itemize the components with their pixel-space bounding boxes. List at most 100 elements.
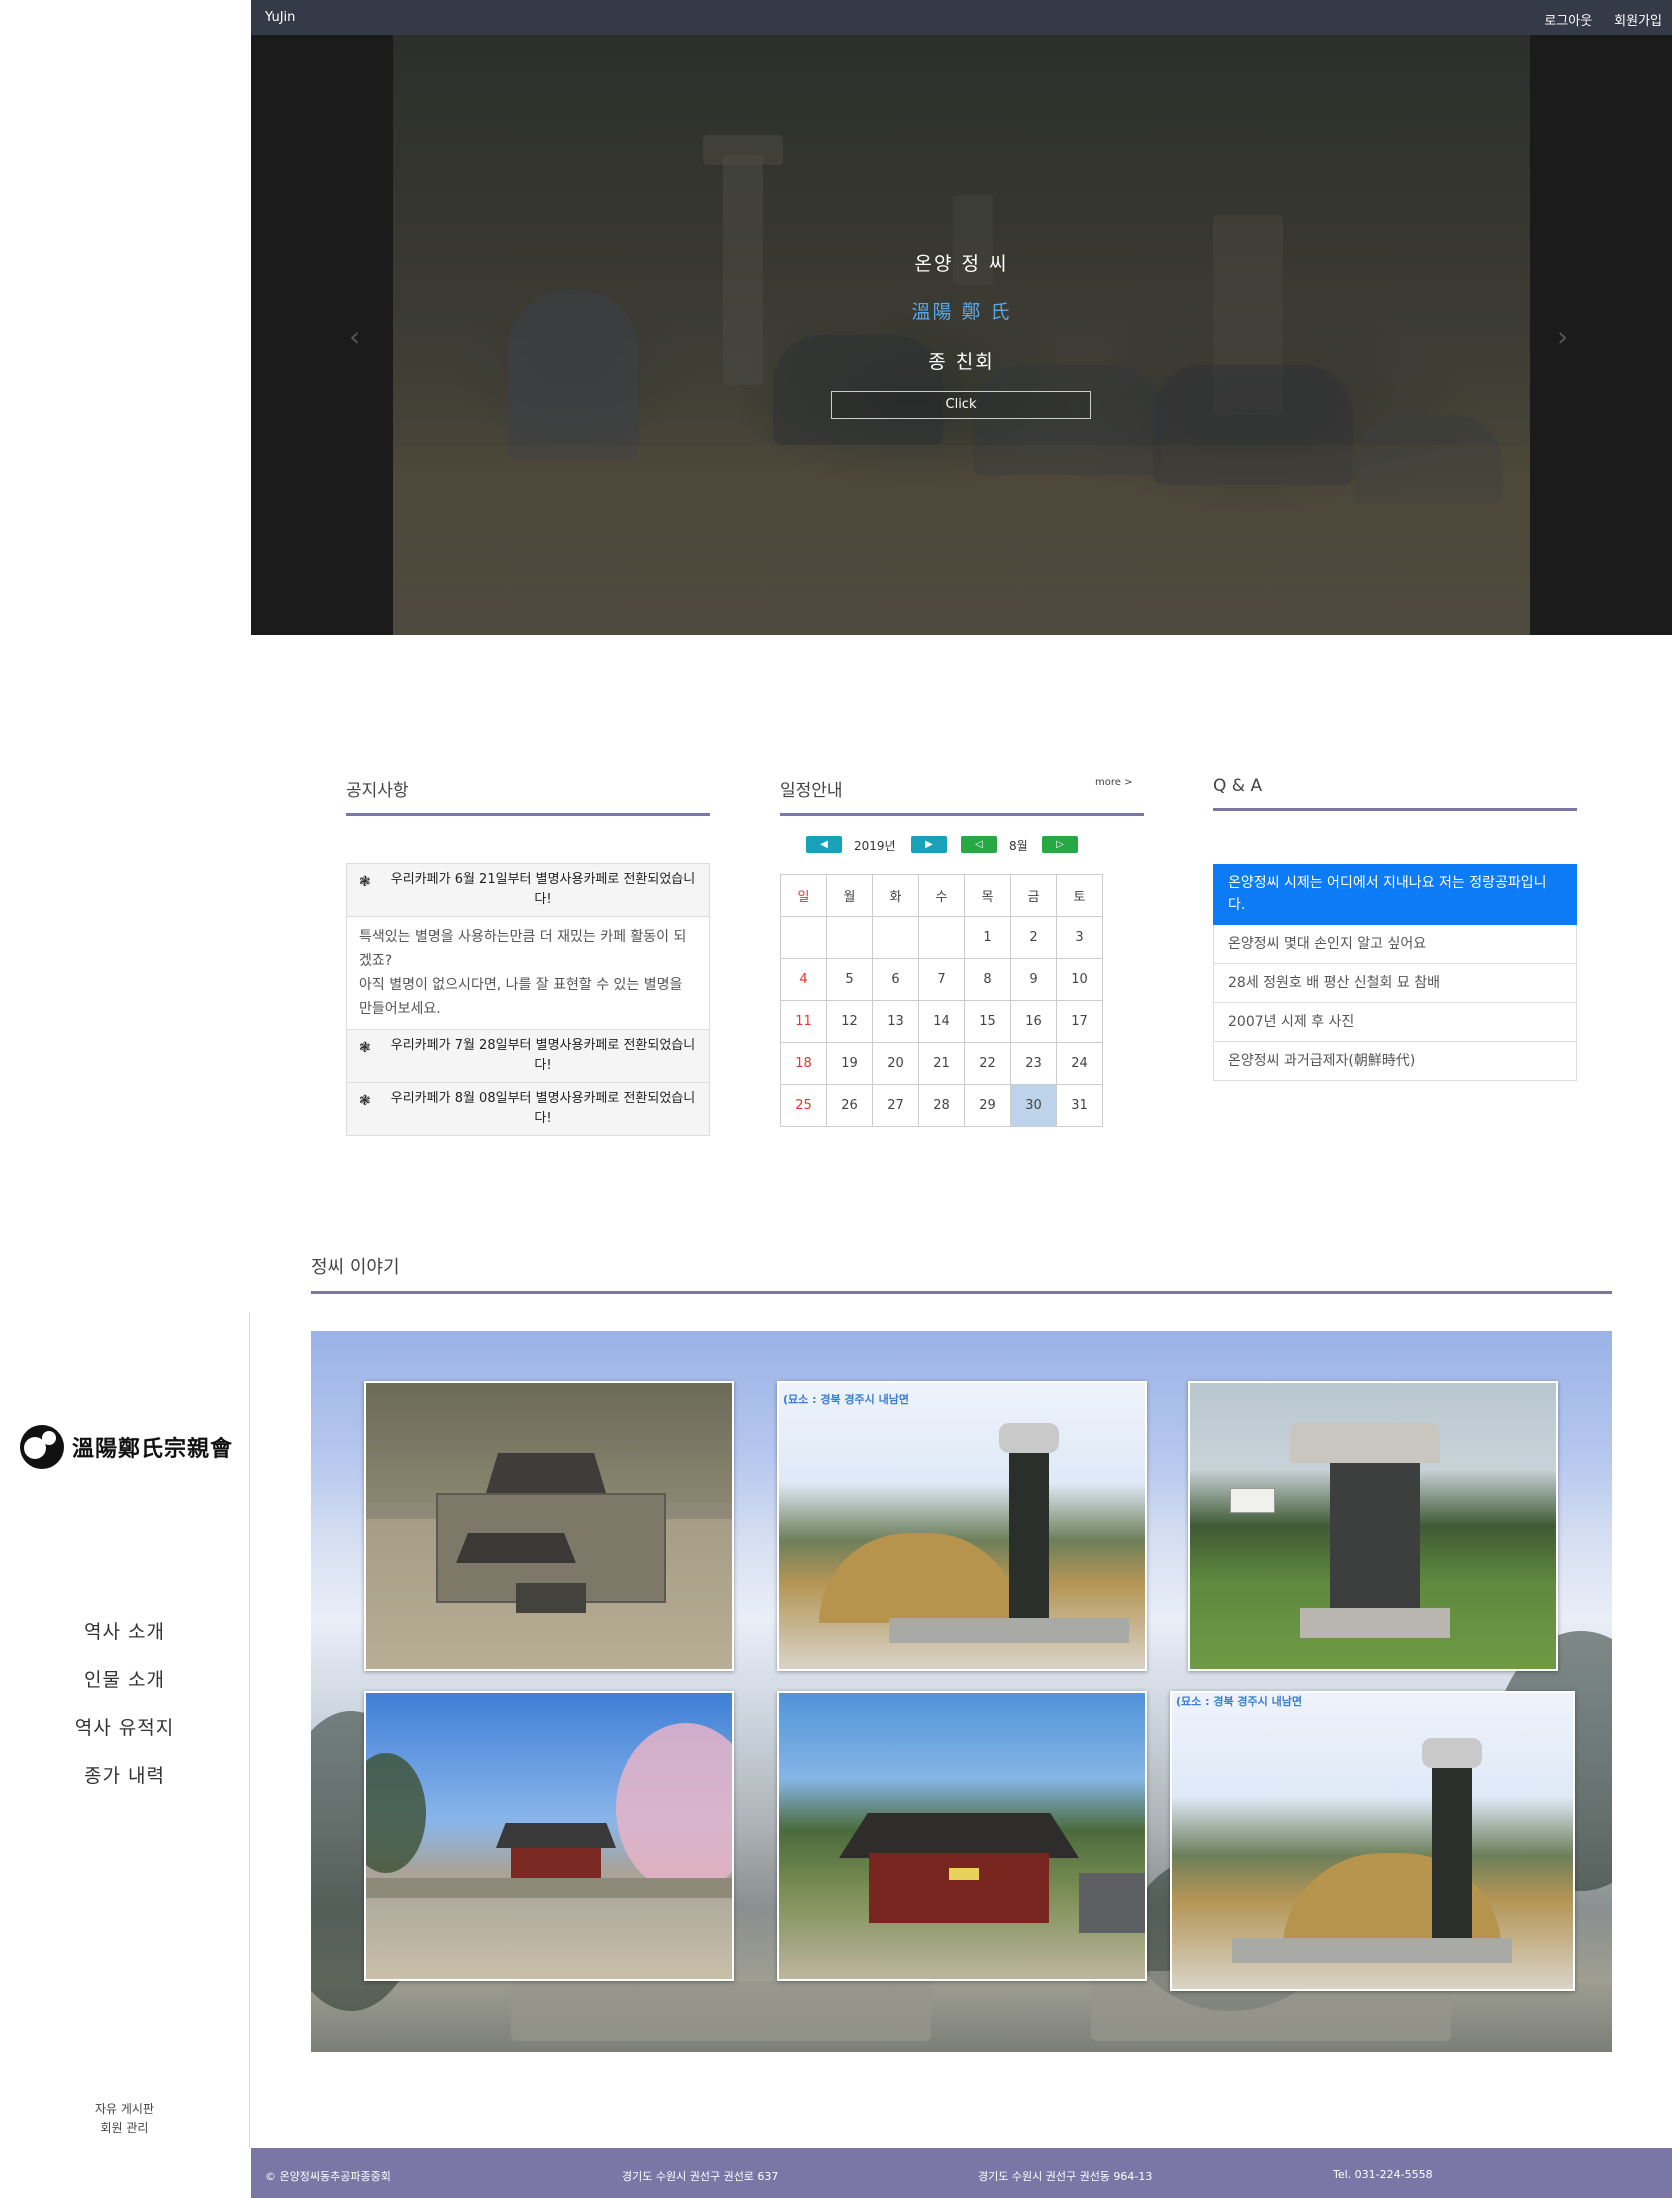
footer: © 온양정씨동추공파종중회 경기도 수원시 권선구 권선로 637 경기도 수원… — [251, 2148, 1672, 2198]
photo-gate-blossoms[interactable] — [364, 1691, 734, 1981]
calendar-weekday-row: 일 월 화 수 목 금 토 — [780, 874, 1103, 917]
qna-item[interactable]: 온양정씨 몇대 손인지 알고 싶어요 — [1213, 925, 1577, 964]
sidebar-menu: 역사 소개 인물 소개 역사 유적지 종가 내력 — [0, 1616, 249, 1808]
sidebar-sub-links: 자유 게시판 회원 관리 — [0, 2100, 249, 2138]
qna-list: 온양정씨 시제는 어디에서 지내나요 저는 정랑공파입니다. 온양정씨 몇대 손… — [1213, 864, 1577, 1081]
calendar-day-cell[interactable]: 10 — [1056, 958, 1103, 1001]
signup-link[interactable]: 회원가입 — [1614, 10, 1662, 29]
story-gallery: (묘소 : 경북 경주시 내남면 (묘소 : 경북 경주시 내남면 — [311, 1331, 1612, 2052]
notice-item-header[interactable]: ❃ 우리카페가 6월 21일부터 별명사용카페로 전환되었습니다! — [347, 864, 709, 917]
sidebar-item-family-history[interactable]: 종가 내력 — [0, 1760, 249, 1808]
weekday-thu: 목 — [964, 874, 1011, 917]
calendar-day-cell[interactable]: 19 — [826, 1042, 873, 1085]
calendar-day-cell[interactable]: 16 — [1010, 1000, 1057, 1043]
member-management-link[interactable]: 회원 관리 — [0, 2119, 249, 2138]
paw-icon: ❃ — [359, 874, 371, 890]
schedule-title: 일정안내 — [780, 776, 1144, 816]
notice-accordion: ❃ 우리카페가 6월 21일부터 별명사용카페로 전환되었습니다! 특색있는 별… — [346, 863, 710, 1136]
calendar-day-cell[interactable]: 21 — [918, 1042, 965, 1085]
footer-copyright: © 온양정씨동추공파종중회 — [265, 2170, 391, 2183]
calendar-day-cell[interactable]: 31 — [1056, 1084, 1103, 1127]
qna-item[interactable]: 28세 정원호 배 평산 신철회 묘 참배 — [1213, 964, 1577, 1003]
calendar-day-cell[interactable]: 14 — [918, 1000, 965, 1043]
calendar-week-row: 11 12 13 14 15 16 17 — [780, 1000, 1103, 1043]
calendar-day-cell[interactable]: 29 — [964, 1084, 1011, 1127]
calendar-day-cell[interactable]: 20 — [872, 1042, 919, 1085]
qna-item[interactable]: 2007년 시제 후 사진 — [1213, 1003, 1577, 1042]
calendar-day-cell[interactable]: 2 — [1010, 916, 1057, 959]
paw-icon: ❃ — [359, 1093, 371, 1109]
notice-item-body: 특색있는 별명을 사용하는만큼 더 재밌는 카페 활동이 되겠죠? 아직 별명이… — [347, 917, 709, 1030]
story-title: 정씨 이야기 — [311, 1253, 1612, 1294]
calendar-day-cell[interactable]: 8 — [964, 958, 1011, 1001]
calendar-day-cell[interactable]: 22 — [964, 1042, 1011, 1085]
calendar-day-cell[interactable]: 26 — [826, 1084, 873, 1127]
calendar-week-row: 4 5 6 7 8 9 10 — [780, 958, 1103, 1001]
calendar-day-cell[interactable]: 9 — [1010, 958, 1057, 1001]
photo-red-temple[interactable] — [777, 1691, 1147, 1981]
schedule-more-link[interactable]: more > — [1095, 777, 1132, 788]
calendar-month: 8월 — [1009, 839, 1028, 853]
photo-tomb-stele[interactable]: (묘소 : 경북 경주시 내남면 — [777, 1381, 1147, 1671]
notice-item-header[interactable]: ❃ 우리카페가 8월 08일부터 별명사용카페로 전환되었습니다! — [347, 1083, 709, 1135]
hero-subtitle: 종 친회 — [928, 351, 995, 373]
calendar-day-cell[interactable]: 30 — [1010, 1084, 1057, 1127]
calendar-empty-cell — [780, 916, 827, 959]
hero-title-hanja: 溫陽 鄭 氏 — [911, 301, 1012, 323]
brand-link[interactable]: YuJin — [265, 10, 295, 25]
auth-links: 로그아웃 회원가입 — [1544, 10, 1662, 29]
hero-click-button[interactable]: Click — [831, 391, 1091, 419]
calendar-day-cell[interactable]: 27 — [872, 1084, 919, 1127]
weekday-fri: 금 — [1010, 874, 1057, 917]
calendar-day-cell[interactable]: 12 — [826, 1000, 873, 1043]
calendar-day-cell[interactable]: 25 — [780, 1084, 827, 1127]
logo-text: 溫陽鄭氏宗親會 — [72, 1436, 234, 1462]
calendar-table: 일 월 화 수 목 금 토 1 2 3 4 5 6 7 8 9 10 11 12 13 14 15 16 17 1… — [780, 874, 1103, 1127]
calendar-day-cell[interactable]: 13 — [872, 1000, 919, 1043]
next-month-button[interactable]: ▷ — [1042, 836, 1078, 853]
calendar-week-row: 123 — [780, 916, 1103, 959]
calendar-navigation: ◀ 2019년 ▶ ◁ 8월 ▷ — [806, 836, 1146, 854]
calendar-day-cell[interactable]: 15 — [964, 1000, 1011, 1043]
weekday-sun: 일 — [780, 874, 827, 917]
photo-tomb-stele-2[interactable]: (묘소 : 경북 경주시 내남면 — [1170, 1691, 1575, 1991]
calendar-day-cell[interactable]: 17 — [1056, 1000, 1103, 1043]
weekday-tue: 화 — [872, 874, 919, 917]
logout-link[interactable]: 로그아웃 — [1544, 10, 1592, 29]
calendar-day-cell[interactable]: 11 — [780, 1000, 827, 1043]
weekday-sat: 토 — [1056, 874, 1103, 917]
prev-month-button[interactable]: ◁ — [961, 836, 997, 853]
hero-title-korean: 온양 정 씨 — [914, 253, 1009, 275]
sidebar-item-historic-sites[interactable]: 역사 유적지 — [0, 1712, 249, 1760]
footer-tel: Tel. 031-224-5558 — [1333, 2168, 1433, 2181]
calendar-day-cell[interactable]: 23 — [1010, 1042, 1057, 1085]
prev-year-button[interactable]: ◀ — [806, 836, 842, 853]
calendar-day-cell[interactable]: 7 — [918, 958, 965, 1001]
calendar-empty-cell — [826, 916, 873, 959]
calendar-day-cell[interactable]: 1 — [964, 916, 1011, 959]
weekday-wed: 수 — [918, 874, 965, 917]
calendar-day-cell[interactable]: 24 — [1056, 1042, 1103, 1085]
hero-carousel: ‹ › 온양 정 씨 溫陽 鄭 氏 종 친회 Click — [251, 35, 1672, 635]
weekday-mon: 월 — [826, 874, 873, 917]
free-board-link[interactable]: 자유 게시판 — [0, 2100, 249, 2119]
calendar-day-cell[interactable]: 4 — [780, 958, 827, 1001]
calendar-day-cell[interactable]: 5 — [826, 958, 873, 1001]
notice-item-header[interactable]: ❃ 우리카페가 7월 28일부터 별명사용카페로 전환되었습니다! — [347, 1030, 709, 1083]
calendar-day-cell[interactable]: 18 — [780, 1042, 827, 1085]
photo-stele-grass[interactable] — [1188, 1381, 1558, 1671]
sidebar-item-history[interactable]: 역사 소개 — [0, 1616, 249, 1664]
photo-shrine-forest[interactable] — [364, 1381, 734, 1671]
footer-address-1: 경기도 수원시 권선구 권선로 637 — [622, 2170, 779, 2183]
top-navbar: YuJin 로그아웃 회원가입 — [251, 0, 1672, 35]
site-logo[interactable]: 溫陽鄭氏宗親會 — [20, 1425, 233, 1469]
next-year-button[interactable]: ▶ — [911, 836, 947, 853]
calendar-year: 2019년 — [854, 839, 896, 853]
qna-item[interactable]: 온양정씨 과거급제자(朝鮮時代) — [1213, 1042, 1577, 1081]
calendar-day-cell[interactable]: 6 — [872, 958, 919, 1001]
qna-item[interactable]: 온양정씨 시제는 어디에서 지내나요 저는 정랑공파입니다. — [1213, 864, 1577, 925]
calendar-day-cell[interactable]: 28 — [918, 1084, 965, 1127]
calendar-empty-cell — [872, 916, 919, 959]
sidebar-item-people[interactable]: 인물 소개 — [0, 1664, 249, 1712]
calendar-day-cell[interactable]: 3 — [1056, 916, 1103, 959]
